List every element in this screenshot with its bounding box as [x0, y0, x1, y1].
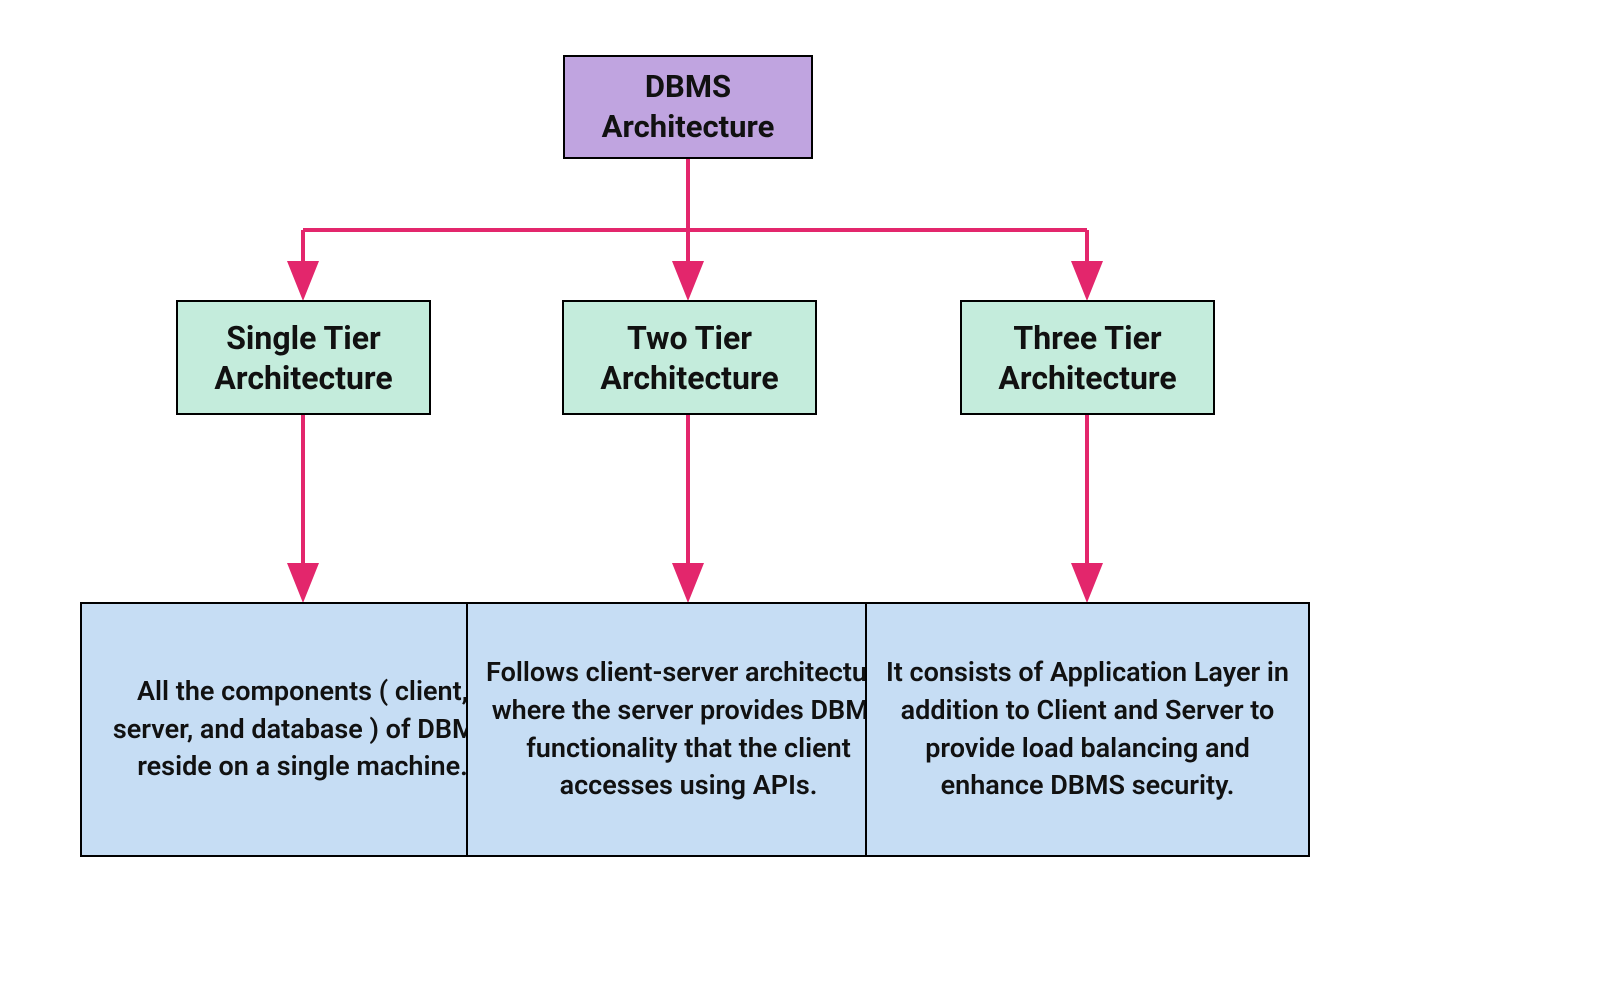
root-node: DBMSArchitecture — [563, 55, 813, 159]
desc-text: All the components ( client, server, and… — [98, 673, 507, 786]
tier-node-single: Single TierArchitecture — [176, 300, 431, 415]
tier-title: Single TierArchitecture — [214, 318, 392, 398]
root-title: DBMSArchitecture — [602, 67, 775, 148]
desc-text: It consists of Application Layer in addi… — [883, 654, 1292, 805]
desc-node-single: All the components ( client, server, and… — [80, 602, 525, 857]
desc-text: Follows client-server architecture where… — [484, 654, 893, 805]
tier-title: Three TierArchitecture — [998, 318, 1176, 398]
tier-node-two: Two TierArchitecture — [562, 300, 817, 415]
tier-node-three: Three TierArchitecture — [960, 300, 1215, 415]
desc-node-three: It consists of Application Layer in addi… — [865, 602, 1310, 857]
tier-title: Two TierArchitecture — [600, 318, 778, 398]
desc-node-two: Follows client-server architecture where… — [466, 602, 911, 857]
diagram-container: DBMSArchitecture Single TierArchitecture… — [0, 0, 1606, 1008]
